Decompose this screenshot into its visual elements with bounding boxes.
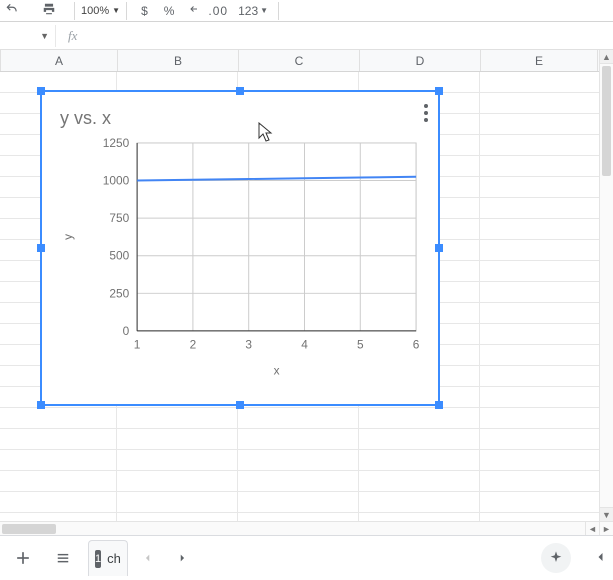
scroll-left-button[interactable]: ◄ [585,522,599,536]
sheet-grid[interactable]: A B C D E ▲ ▼ y vs. x 025050075010001250… [0,50,613,521]
undo-icon[interactable] [4,2,20,19]
col-header[interactable]: C [239,50,360,71]
zoom-value: 100% [81,5,109,17]
decrease-decimal-button[interactable] [188,3,202,18]
chart-title: y vs. x [60,108,426,129]
svg-text:1: 1 [134,338,141,352]
comment-badge: 1 [95,550,101,568]
svg-text:y: y [61,234,75,240]
currency-format-button[interactable]: $ [141,4,148,18]
number-format-dropdown[interactable]: 123 ▼ [238,4,268,18]
next-sheet-button[interactable] [168,544,196,572]
horizontal-scrollbar[interactable]: ◄ ► [0,521,613,535]
svg-text:x: x [274,363,280,377]
column-headers: A B C D E [0,50,599,72]
chart-menu-button[interactable] [424,104,428,122]
side-panel-toggle[interactable] [595,549,607,568]
svg-text:6: 6 [413,338,420,352]
svg-text:1000: 1000 [103,173,130,187]
formula-input[interactable] [89,22,613,49]
svg-text:2: 2 [190,338,197,352]
svg-text:5: 5 [357,338,364,352]
chart-canvas: y vs. x 0 250 500 750 1000 1250 1 2 3 4 5 6 x y [42,92,438,404]
prev-sheet-button[interactable] [134,544,162,572]
scroll-thumb[interactable] [2,524,56,534]
svg-text:4: 4 [301,338,308,352]
zoom-dropdown[interactable]: 100% ▼ [81,5,120,17]
chart-plot: 0 250 500 750 1000 1250 1 2 3 4 5 6 x y [54,137,426,386]
increase-decimal-button[interactable]: .00 [208,4,228,18]
svg-text:500: 500 [109,249,129,263]
svg-text:250: 250 [109,286,129,300]
scroll-thumb[interactable] [602,66,611,176]
toolbar: 100% ▼ $ % .00 123 ▼ [0,0,613,22]
svg-text:1250: 1250 [103,137,130,150]
all-sheets-button[interactable] [46,541,80,575]
add-sheet-button[interactable] [6,541,40,575]
sheet-tab-label: ch [107,551,121,566]
chart-object[interactable]: y vs. x 0 250 500 750 1000 1250 1 2 3 4 5 6 x y [40,90,440,406]
scroll-down-button[interactable]: ▼ [600,507,613,521]
chevron-down-icon: ▼ [40,31,49,41]
name-box[interactable]: ▼ [0,25,56,47]
svg-text:750: 750 [109,211,129,225]
sheet-tab[interactable]: 1 ch [88,540,128,576]
formula-bar: ▼ fx [0,22,613,50]
explore-button[interactable] [541,543,571,573]
sheet-tab-bar: 1 ch [0,535,613,580]
col-header[interactable]: D [360,50,481,71]
svg-text:0: 0 [123,324,130,338]
col-header[interactable]: B [118,50,239,71]
scroll-right-button[interactable]: ► [599,522,613,536]
chevron-down-icon: ▼ [112,6,120,15]
chevron-down-icon: ▼ [260,6,268,15]
col-header[interactable]: E [481,50,598,71]
svg-text:3: 3 [245,338,252,352]
vertical-scrollbar[interactable]: ▲ ▼ [599,50,613,521]
col-header[interactable]: A [1,50,118,71]
scroll-up-button[interactable]: ▲ [600,50,613,64]
percent-format-button[interactable]: % [164,4,175,18]
fx-icon: fx [56,28,89,44]
print-icon[interactable] [40,2,58,19]
